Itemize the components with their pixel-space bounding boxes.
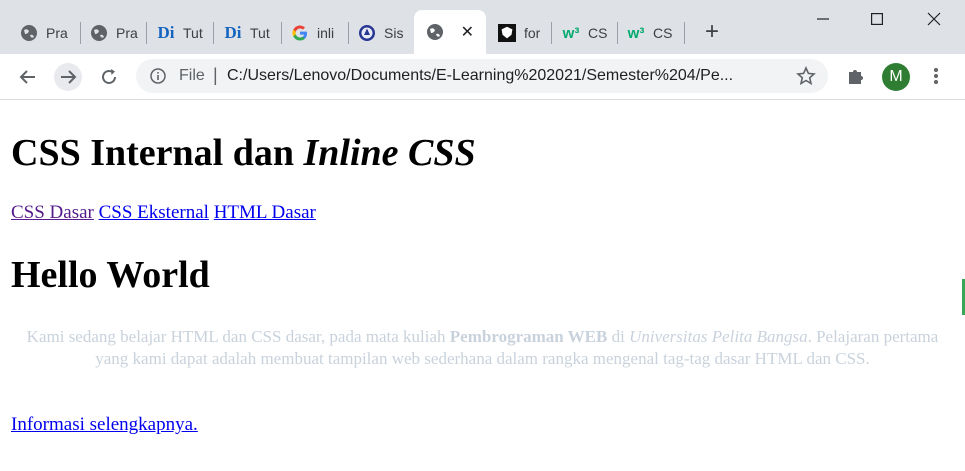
tab-5[interactable]: inli — [279, 12, 345, 54]
forward-button[interactable] — [54, 63, 82, 91]
tab-strip: Pra Pra Di Tut Di Tut inli Sis ✕ for w³ … — [0, 0, 965, 54]
star-bookmark-icon[interactable] — [796, 66, 816, 91]
w3schools-icon: w³ — [627, 24, 645, 42]
scheme-label: File — [179, 67, 205, 84]
tab-3[interactable]: Di Tut — [145, 12, 211, 54]
page-content: CSS Internal dan Inline CSS CSS Dasar CS… — [0, 100, 965, 471]
di-logo-icon: Di — [224, 23, 242, 42]
minimize-button[interactable] — [808, 8, 838, 30]
reload-icon — [102, 69, 116, 84]
menu-kebab-icon[interactable] — [924, 64, 948, 88]
heading-text: CSS Internal dan — [11, 132, 304, 174]
url-text[interactable]: C:/Users/Lenovo/Documents/E-Learning%202… — [227, 67, 733, 85]
tab-divider — [684, 22, 685, 44]
extensions-puzzle-icon[interactable] — [844, 64, 868, 88]
intro-paragraph: Kami sedang belajar HTML dan CSS dasar, … — [11, 326, 954, 370]
tab-title: Sis — [384, 25, 404, 41]
nav-links: CSS Dasar CSS Eksternal HTML Dasar — [11, 202, 316, 224]
w3schools-icon: w³ — [562, 24, 580, 42]
para-bold-text: Pembrograman WEB — [449, 327, 608, 346]
tab-title: Pra — [116, 25, 138, 41]
maximize-button[interactable] — [862, 8, 892, 30]
close-icon — [927, 12, 941, 26]
tab-title: for — [524, 25, 541, 41]
para-text: di — [607, 327, 630, 346]
info-icon[interactable] — [150, 68, 166, 89]
globe-icon — [90, 24, 108, 42]
browser-chrome: Pra Pra Di Tut Di Tut inli Sis ✕ for w³ … — [0, 0, 965, 100]
heading-italic-text: Inline CSS — [303, 132, 476, 174]
reload-button[interactable] — [95, 63, 123, 91]
toolbar: File | C:/Users/Lenovo/Documents/E-Learn… — [0, 54, 965, 100]
tab-title: inli — [317, 25, 335, 41]
link-html-dasar[interactable]: HTML Dasar — [214, 202, 316, 223]
tab-title: Pra — [46, 25, 68, 41]
tab-1[interactable]: Pra — [8, 12, 74, 54]
more-info-link[interactable]: Informasi selengkapnya. — [11, 414, 198, 436]
profile-avatar[interactable]: M — [882, 63, 910, 91]
university-seal-icon — [358, 24, 376, 42]
tab-title: CS — [653, 25, 673, 41]
hello-heading: Hello World — [11, 254, 210, 296]
tab-10[interactable]: w³ CS — [615, 12, 681, 54]
para-text: Kami sedang belajar HTML dan CSS dasar, … — [26, 327, 450, 346]
arrow-right-icon — [61, 70, 77, 84]
google-logo-icon — [291, 24, 309, 42]
di-logo-icon: Di — [157, 23, 175, 42]
globe-icon — [426, 23, 444, 41]
scheme-divider: | — [213, 65, 218, 85]
minimize-icon — [817, 18, 829, 20]
link-css-eksternal[interactable]: CSS Eksternal — [99, 202, 209, 223]
tab-4[interactable]: Di Tut — [212, 12, 278, 54]
tab-9[interactable]: w³ CS — [550, 12, 616, 54]
maximize-icon — [871, 13, 883, 25]
tab-6[interactable]: Sis — [346, 12, 412, 54]
tab-2[interactable]: Pra — [78, 12, 144, 54]
arrow-left-icon — [19, 70, 35, 84]
page-heading: CSS Internal dan Inline CSS — [11, 131, 476, 175]
close-window-button[interactable] — [919, 8, 949, 30]
new-tab-button[interactable]: + — [700, 20, 724, 44]
close-tab-icon[interactable]: ✕ — [461, 22, 474, 42]
back-button[interactable] — [14, 63, 42, 91]
address-bar[interactable]: File | C:/Users/Lenovo/Documents/E-Learn… — [136, 59, 828, 93]
link-css-dasar[interactable]: CSS Dasar — [11, 202, 94, 223]
tab-title: Tut — [250, 25, 270, 41]
para-italic-text: Universitas Pelita Bangsa — [629, 327, 808, 346]
globe-icon — [20, 24, 38, 42]
tab-title: Tut — [183, 25, 203, 41]
tab-8[interactable]: for — [486, 12, 552, 54]
shield-box-icon — [498, 24, 516, 42]
tab-7-active[interactable]: ✕ — [414, 10, 486, 54]
tab-title: CS — [588, 25, 608, 41]
